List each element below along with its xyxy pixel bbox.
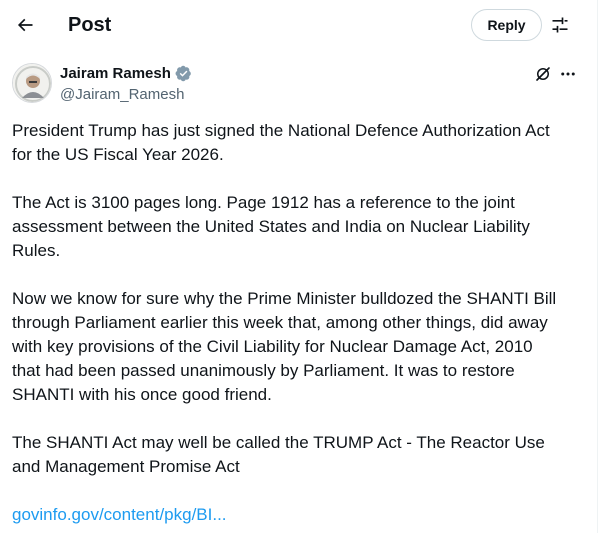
back-button[interactable] (8, 8, 42, 42)
more-dots-icon (561, 72, 575, 76)
post-line: The Act is 3100 pages long. Page 1912 ha… (12, 193, 515, 212)
sliders-icon (552, 17, 568, 33)
reply-button[interactable]: Reply (471, 9, 542, 41)
more-button[interactable] (558, 64, 578, 84)
avatar-image (13, 64, 51, 102)
post-line: assessment between the United States and… (12, 217, 530, 236)
post-line: Now we know for sure why the Prime Minis… (12, 289, 557, 308)
top-bar: Post Reply (0, 0, 598, 52)
page-title: Post (68, 14, 112, 36)
grok-icon (536, 67, 550, 81)
author-name[interactable]: Jairam Ramesh (60, 64, 171, 83)
post-line: and Management Promise Act (12, 457, 240, 476)
avatar[interactable] (12, 63, 52, 103)
post-line: that had been passed unanimously by Parl… (12, 361, 515, 380)
post-line: for the US Fiscal Year 2026. (12, 145, 224, 164)
arrow-left-icon (17, 18, 33, 32)
author-handle[interactable]: @Jairam_Ramesh (60, 85, 184, 104)
author-name-row: Jairam Ramesh (60, 64, 192, 83)
post-line: through Parliament earlier this week tha… (12, 313, 548, 332)
filter-button[interactable] (547, 12, 573, 38)
post-line: SHANTI with his once good friend. (12, 385, 272, 404)
post-line: The SHANTI Act may well be called the TR… (12, 433, 545, 452)
post-line: with key provisions of the Civil Liabili… (12, 337, 533, 356)
post-line: Rules. (12, 241, 61, 260)
post-link[interactable]: govinfo.gov/content/pkg/BI... (12, 503, 587, 527)
post-line: President Trump has just signed the Nati… (12, 121, 550, 140)
grok-button[interactable] (533, 64, 553, 84)
post-text: President Trump has just signed the Nati… (12, 119, 587, 527)
verified-badge-icon (175, 65, 191, 82)
